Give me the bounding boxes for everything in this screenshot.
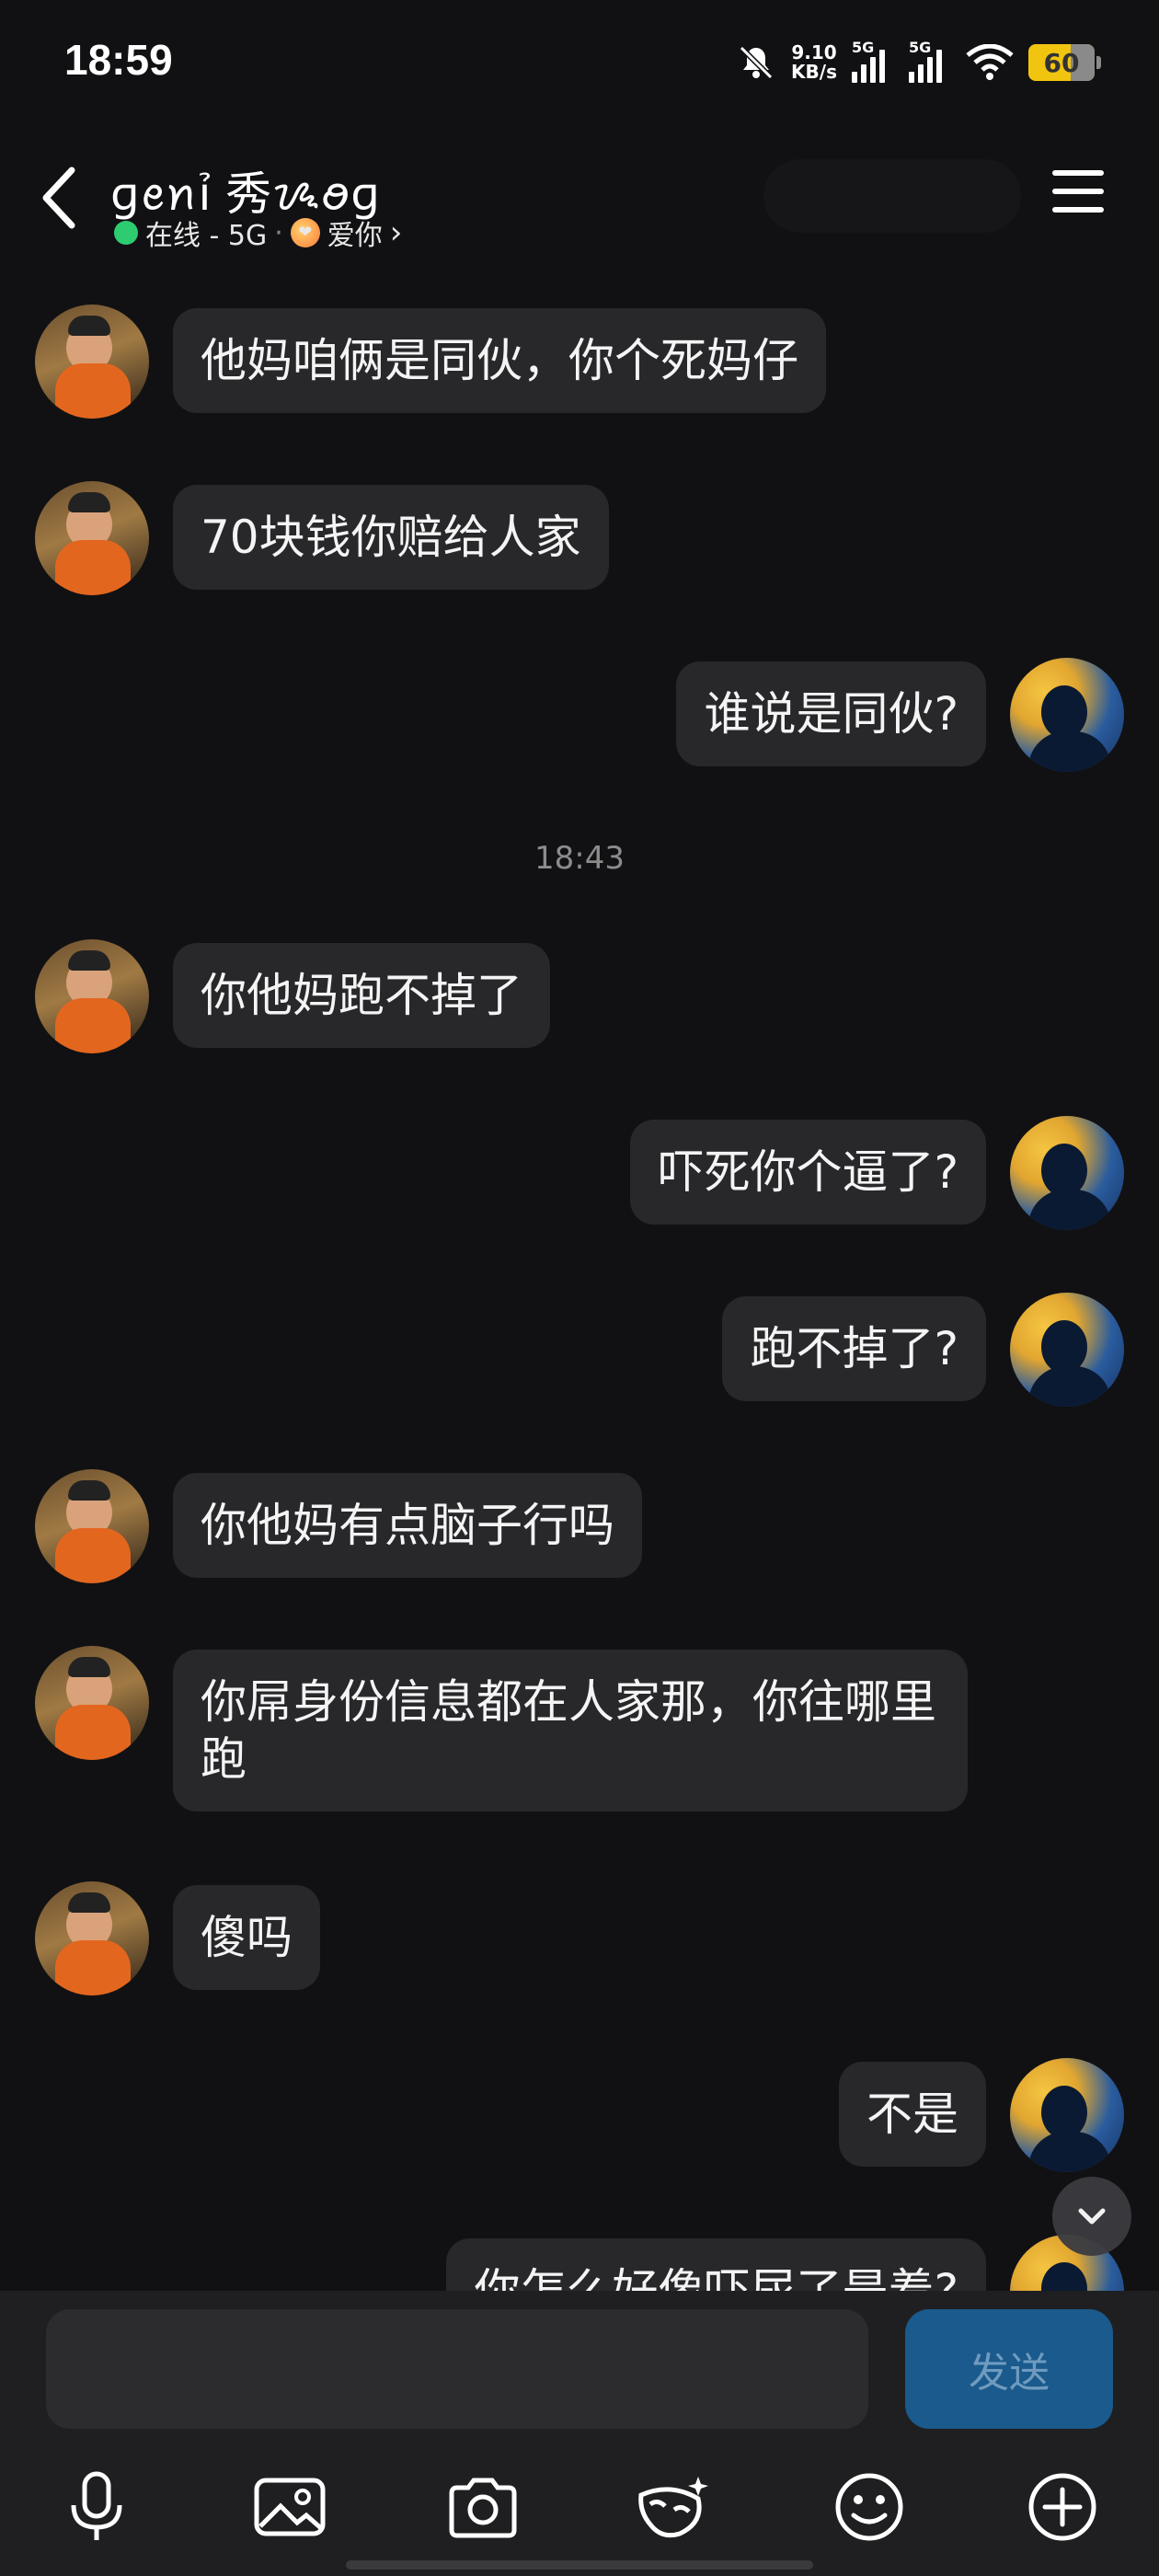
message-row: 跑不掉了?	[0, 1293, 1159, 1412]
signal-icon: 5G	[909, 39, 951, 83]
message-bubble[interactable]: 不是	[839, 2062, 986, 2167]
net-speed-value: 9.10	[791, 41, 837, 63]
scroll-to-bottom-button[interactable]	[1052, 2177, 1131, 2256]
home-indicator[interactable]	[346, 2560, 813, 2570]
status-icons: 9.10 KB/s 5G 5G 60	[736, 37, 1101, 88]
battery-level: 60	[1043, 47, 1080, 78]
message-row: 你他妈有点脑子行吗	[0, 1469, 1159, 1589]
back-arrow-icon[interactable]	[37, 161, 83, 235]
message-bubble[interactable]: 你怎么好像吓尿了是着?	[446, 2238, 986, 2291]
message-bubble[interactable]: 跑不掉了?	[722, 1296, 986, 1401]
message-timestamp: 18:43	[534, 840, 625, 877]
microphone-icon[interactable]	[55, 2466, 138, 2548]
message-row: 吓死你个逼了?	[0, 1116, 1159, 1236]
message-bubble[interactable]: 你屌身份信息都在人家那，你往哪里跑	[173, 1650, 968, 1811]
message-list[interactable]: 他妈咱俩是同伙，你个死妈仔 70块钱你赔给人家 谁说是同伙? 18:43 你他妈…	[0, 262, 1159, 2291]
plus-icon[interactable]	[1021, 2466, 1104, 2548]
message-bubble[interactable]: 你他妈跑不掉了	[173, 943, 550, 1048]
header-blurred-area	[763, 159, 1021, 233]
contact-avatar[interactable]	[35, 305, 149, 419]
message-row: 你他妈跑不掉了	[0, 939, 1159, 1059]
message-row: 你怎么好像吓尿了是着?	[0, 2235, 1159, 2291]
chevron-down-icon	[1078, 2208, 1106, 2225]
online-dot-icon	[114, 221, 138, 245]
contact-avatar[interactable]	[35, 481, 149, 595]
status-bar: 18:59 9.10 KB/s 5G 5G 60	[0, 0, 1159, 124]
message-row: 你屌身份信息都在人家那，你往哪里跑	[0, 1646, 1159, 1830]
message-bubble[interactable]: 70块钱你赔给人家	[173, 485, 609, 590]
message-row: 他妈咱俩是同伙，你个死妈仔	[0, 305, 1159, 424]
image-icon[interactable]	[248, 2466, 331, 2548]
chat-header: ɡꫀꪀỉ 秀ᝰꪮɡ 在线 - 5G · ❤ 爱你 ›	[0, 124, 1159, 262]
composer-toolbar	[0, 2466, 1159, 2558]
my-avatar[interactable]	[1010, 1116, 1124, 1230]
online-status-text: 在线 - 5G	[145, 220, 268, 252]
chevron-right-icon: ›	[389, 214, 403, 251]
menu-icon[interactable]	[1052, 170, 1104, 213]
contact-avatar[interactable]	[35, 1881, 149, 1995]
relationship-icon: ❤	[290, 218, 320, 247]
message-bubble[interactable]: 他妈咱俩是同伙，你个死妈仔	[173, 308, 826, 413]
bell-muted-icon	[739, 45, 774, 80]
camera-icon[interactable]	[442, 2466, 524, 2548]
emoji-icon[interactable]	[828, 2466, 911, 2548]
message-input[interactable]	[46, 2309, 868, 2429]
message-bubble[interactable]: 傻吗	[173, 1885, 320, 1990]
status-separator: ·	[274, 216, 283, 249]
net-speed: 9.10 KB/s	[791, 43, 837, 82]
message-row: 傻吗	[0, 1881, 1159, 2001]
signal-icon: 5G	[852, 39, 894, 83]
wifi-icon	[966, 44, 1014, 80]
my-avatar[interactable]	[1010, 658, 1124, 772]
composer: 发送	[0, 2291, 1159, 2576]
mask-icon[interactable]	[631, 2466, 714, 2548]
message-bubble[interactable]: 吓死你个逼了?	[630, 1120, 986, 1225]
contact-avatar[interactable]	[35, 1469, 149, 1583]
contact-status[interactable]: 在线 - 5G · ❤ 爱你 ›	[114, 213, 402, 253]
send-button[interactable]: 发送	[905, 2309, 1113, 2429]
battery-icon: 60	[1028, 44, 1101, 81]
signal-label: 5G	[909, 39, 932, 56]
message-bubble[interactable]: 谁说是同伙?	[676, 661, 986, 766]
my-avatar[interactable]	[1010, 2058, 1124, 2172]
message-row: 谁说是同伙?	[0, 658, 1159, 777]
message-bubble[interactable]: 你他妈有点脑子行吗	[173, 1473, 642, 1578]
message-row: 不是	[0, 2058, 1159, 2178]
net-speed-unit: KB/s	[791, 61, 837, 83]
message-row: 70块钱你赔给人家	[0, 481, 1159, 601]
my-avatar[interactable]	[1010, 1293, 1124, 1407]
signal-label: 5G	[852, 39, 875, 56]
contact-avatar[interactable]	[35, 939, 149, 1053]
contact-avatar[interactable]	[35, 1646, 149, 1760]
relationship-text: 爱你	[327, 220, 383, 252]
status-time: 18:59	[64, 36, 173, 84]
